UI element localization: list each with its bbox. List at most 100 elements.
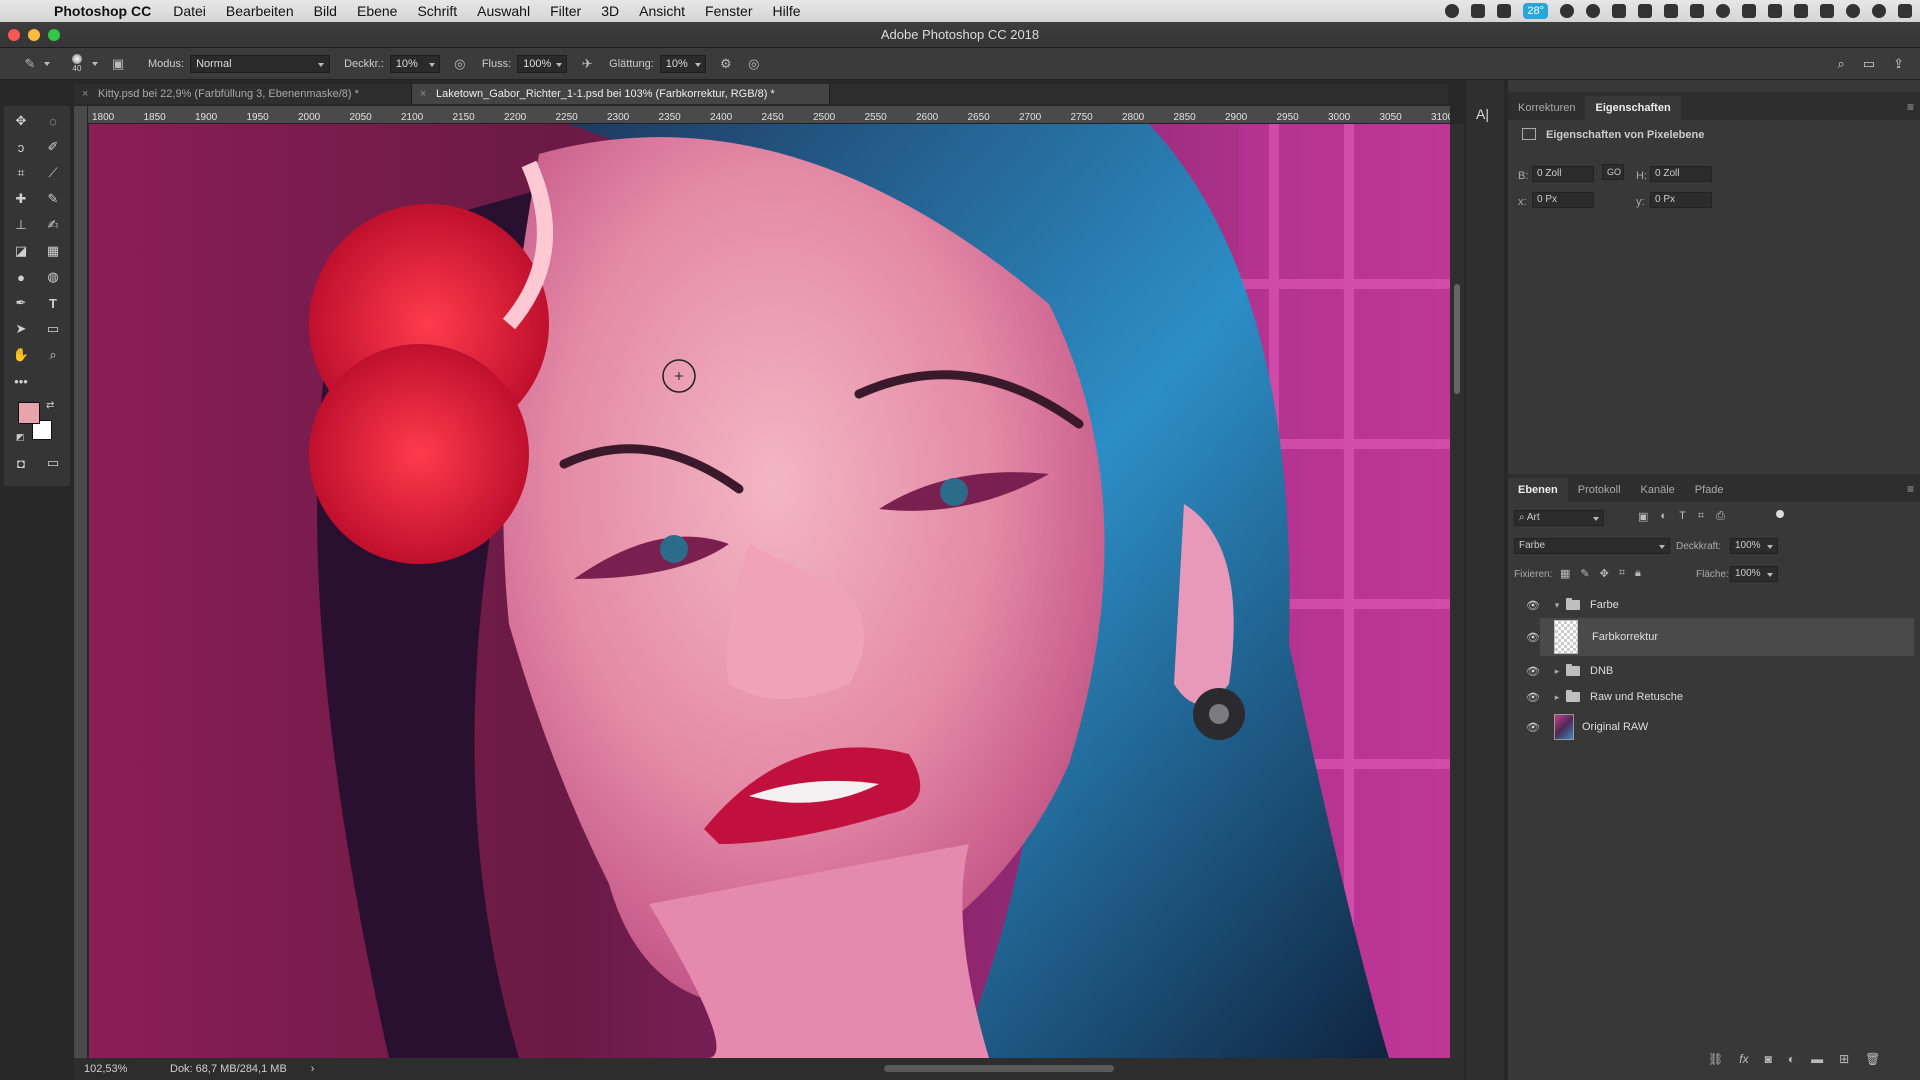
healing-brush-tool-icon[interactable]: ✚	[10, 188, 32, 210]
history-brush-tool-icon[interactable]: ✍	[42, 214, 64, 236]
flow-field[interactable]: 100%	[517, 54, 568, 73]
menu-3d[interactable]: 3D	[601, 3, 619, 19]
brush-picker-chevron-icon[interactable]	[92, 61, 98, 66]
display-icon[interactable]	[1471, 4, 1486, 18]
x-field[interactable]: 0 Px	[1532, 192, 1594, 208]
layer-group-farbe[interactable]: 👁︎ ▾ Farbe	[1520, 592, 1914, 618]
zoom-window-icon[interactable]	[48, 29, 60, 41]
link-layers-icon[interactable]: ⛓︎	[1708, 1052, 1723, 1066]
mode-select[interactable]: Normal	[190, 54, 331, 73]
brush-size-picker[interactable]: 40	[68, 54, 86, 73]
lock-transparency-icon[interactable]: ▦	[1560, 567, 1570, 580]
layer-farbkorrektur[interactable]: 👁︎ Farbkorrektur	[1526, 618, 1914, 656]
filter-type-icon[interactable]: T	[1679, 510, 1686, 523]
height-field[interactable]: 0 Zoll	[1650, 166, 1712, 182]
eye-icon[interactable]: 👁︎	[1526, 665, 1540, 678]
tab-kitty[interactable]: × Kitty.psd bei 22,9% (Farbfüllung 3, Ebe…	[74, 84, 412, 104]
filter-shape-icon[interactable]: ⌗	[1698, 510, 1704, 523]
eye-icon[interactable]: 👁︎	[1526, 721, 1540, 734]
tab-pfade[interactable]: Pfade	[1685, 478, 1734, 502]
lock-all-icon[interactable]: 🔒︎	[1635, 567, 1641, 580]
swap-colors-icon[interactable]: ⇄	[46, 400, 54, 411]
minimize-window-icon[interactable]	[28, 29, 40, 41]
close-tab-icon[interactable]: ×	[420, 84, 426, 104]
image-canvas[interactable]	[89, 124, 1450, 1058]
y-field[interactable]: 0 Px	[1650, 192, 1712, 208]
fill-field[interactable]: 100%	[1730, 566, 1778, 582]
pen-tool-icon[interactable]: ✒	[10, 292, 32, 314]
siri-icon[interactable]	[1872, 4, 1886, 18]
screen-mode-icon[interactable]: ▭	[42, 452, 64, 474]
chevron-right-icon[interactable]: ▸	[1552, 692, 1562, 703]
menu-ebene[interactable]: Ebene	[357, 3, 397, 19]
airplay-icon[interactable]	[1794, 4, 1808, 18]
default-colors-icon[interactable]: ◩	[16, 432, 25, 443]
smoothing-field[interactable]: 10%	[659, 54, 706, 73]
layer-opacity-field[interactable]: 100%	[1730, 538, 1778, 554]
horizontal-scrollbar[interactable]	[884, 1065, 1114, 1072]
new-layer-icon[interactable]: ⊞	[1839, 1052, 1849, 1066]
weather-badge[interactable]: 28°	[1523, 3, 1548, 19]
link-dimensions-icon[interactable]: GO	[1602, 164, 1624, 180]
filter-pixel-icon[interactable]: ▣	[1638, 510, 1648, 523]
eye-icon[interactable]: 👁︎	[1526, 599, 1540, 612]
menu-fenster[interactable]: Fenster	[705, 3, 752, 19]
tab-eigenschaften[interactable]: Eigenschaften	[1585, 96, 1681, 120]
scroll-thumb[interactable]	[1454, 284, 1460, 394]
keyboard-icon[interactable]	[1664, 4, 1678, 18]
add-mask-icon[interactable]: ◙	[1765, 1052, 1772, 1066]
filter-smart-object-icon[interactable]: ⎙	[1716, 510, 1725, 523]
tool-icon[interactable]	[1638, 4, 1652, 18]
new-group-icon[interactable]: ▬	[1811, 1052, 1823, 1066]
brush-panel-icon[interactable]: ▣	[110, 56, 126, 72]
clone-stamp-tool-icon[interactable]: ⊥	[10, 214, 32, 236]
menu-auswahl[interactable]: Auswahl	[477, 3, 530, 19]
menu-ansicht[interactable]: Ansicht	[639, 3, 685, 19]
hand-tool-icon[interactable]: ✋	[10, 344, 32, 366]
sync-icon[interactable]	[1586, 4, 1600, 18]
panel-menu-icon[interactable]: ≡	[1907, 100, 1914, 114]
dropbox-icon[interactable]	[1497, 4, 1512, 18]
foreground-color-swatch[interactable]	[18, 402, 40, 424]
bluetooth-icon[interactable]	[1742, 4, 1756, 18]
zoom-level[interactable]: 102,53%	[84, 1063, 154, 1075]
eraser-tool-icon[interactable]: ◪	[10, 240, 32, 262]
move-tool-icon[interactable]: ✥	[10, 110, 32, 132]
app-menu[interactable]: Photoshop CC	[54, 3, 151, 19]
new-adjustment-icon[interactable]: ◐	[1788, 1052, 1795, 1066]
battery-icon[interactable]	[1820, 4, 1834, 18]
close-window-icon[interactable]	[8, 29, 20, 41]
evernote-icon[interactable]	[1612, 4, 1626, 18]
more-tools-icon[interactable]: •••	[10, 370, 32, 392]
lock-pixels-icon[interactable]: ✎	[1580, 567, 1589, 580]
layer-filter-select[interactable]: ⌕ Art	[1514, 510, 1604, 526]
gradient-tool-icon[interactable]: ▦	[42, 240, 64, 262]
panel-menu-icon[interactable]: ≡	[1907, 482, 1914, 496]
smoothing-settings-gear-icon[interactable]: ⚙	[718, 56, 734, 72]
opacity-field[interactable]: 10%	[389, 54, 440, 73]
quick-mask-icon[interactable]: ◘	[10, 452, 32, 474]
chevron-down-icon[interactable]: ▾	[1552, 600, 1562, 611]
pressure-opacity-icon[interactable]: ◎	[452, 56, 468, 72]
search-icon[interactable]: ⌕	[1838, 56, 1845, 72]
pressure-size-icon[interactable]: ◎	[746, 56, 762, 72]
blur-tool-icon[interactable]: ●	[10, 266, 32, 288]
status-menu-arrow-icon[interactable]: ›	[311, 1063, 315, 1075]
menu-schrift[interactable]: Schrift	[417, 3, 457, 19]
eye-icon[interactable]: 👁︎	[1526, 691, 1540, 704]
quick-selection-tool-icon[interactable]: ✐	[42, 136, 64, 158]
workspace-icon[interactable]: ▭	[1863, 56, 1875, 72]
tab-kanaele[interactable]: Kanäle	[1631, 478, 1685, 502]
lock-artboard-icon[interactable]: ⌗	[1619, 567, 1625, 580]
close-tab-icon[interactable]: ×	[82, 84, 88, 104]
menu-hilfe[interactable]: Hilfe	[773, 3, 801, 19]
share-icon[interactable]: ⇪	[1893, 56, 1904, 72]
layer-group-raw-und-retusche[interactable]: 👁︎ ▸ Raw und Retusche	[1520, 684, 1914, 710]
zoom-tool-icon[interactable]: ⌕	[42, 344, 64, 366]
timemachine-icon[interactable]	[1716, 4, 1730, 18]
tab-korrekturen[interactable]: Korrekturen	[1508, 96, 1585, 120]
spotlight-icon[interactable]	[1846, 4, 1860, 18]
menu-datei[interactable]: Datei	[173, 3, 206, 19]
width-field[interactable]: 0 Zoll	[1532, 166, 1594, 182]
creative-cloud-icon[interactable]	[1560, 4, 1574, 18]
